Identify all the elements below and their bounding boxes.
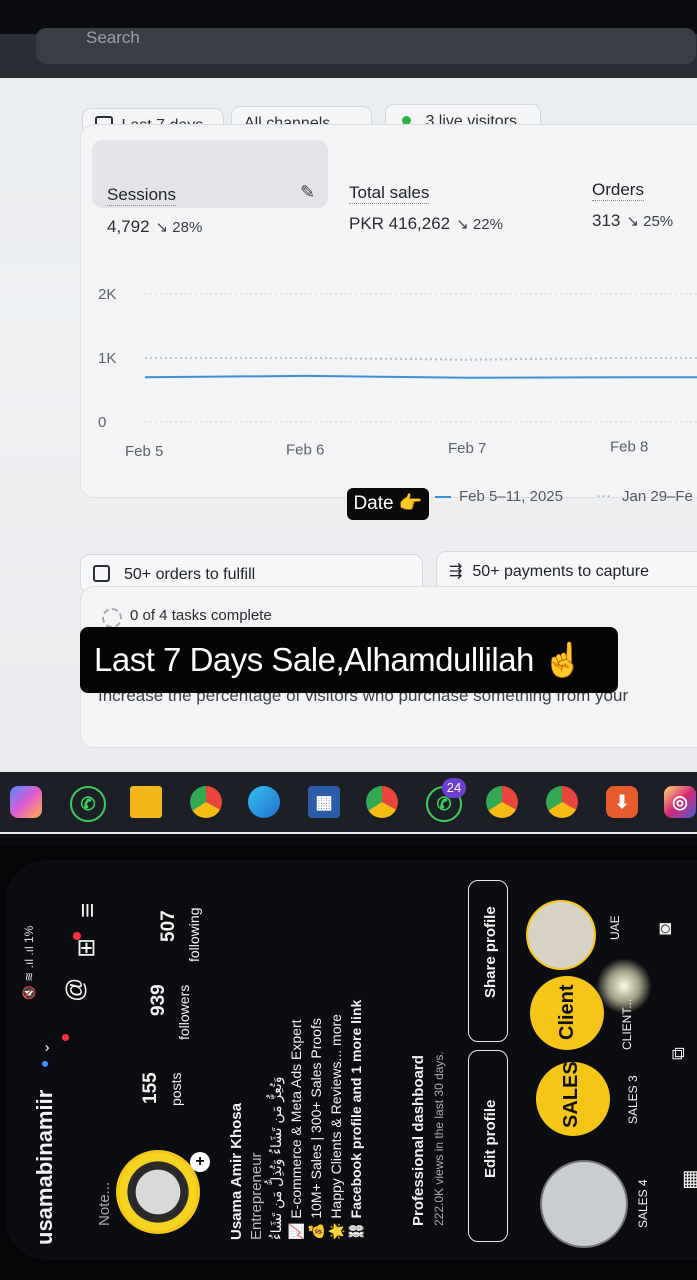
copilot-icon[interactable] (10, 786, 42, 818)
highlight-client-cover: Client (556, 984, 578, 1040)
highlight-uae[interactable] (526, 900, 596, 970)
red-dot-icon (62, 1034, 69, 1041)
y-tick-label: 2K (98, 286, 116, 303)
highlight-uae-label: UAE (608, 915, 622, 940)
y-tick-label: 0 (98, 414, 106, 431)
legend-previous-swatch: ··· (596, 487, 611, 504)
search-placeholder: Search (86, 28, 140, 47)
x-tick-label: Feb 8 (610, 439, 648, 456)
avatar[interactable] (116, 1150, 200, 1234)
story-caption: Last 7 Days Sale,Alhamdullilah ☝️ (80, 627, 618, 693)
phone-status-bar: 🔇 ≋ .ıl .ıl 1% (22, 925, 36, 1000)
download-manager-icon[interactable]: ⬇ (606, 786, 638, 818)
instagram-icon[interactable]: ◎ (664, 786, 696, 818)
chrome-profile-icon[interactable] (366, 786, 398, 818)
payment-icon: ⇶ (449, 563, 463, 580)
profile-name: Usama Amir Khosa (228, 1103, 245, 1240)
payments-to-capture-button[interactable]: ⇶ 50+ payments to capture (436, 551, 697, 591)
posts-count[interactable]: 155 (140, 1072, 162, 1104)
x-tick-label: Feb 5 (125, 443, 163, 460)
posts-label: posts (168, 1072, 184, 1106)
profile-category: Entrepreneur (248, 1152, 265, 1240)
bio-arabic: وَتُعِزُّ مَن تَشَاءُ وَتُذِلُّ مَن تَشَ… (268, 1076, 284, 1240)
add-story-icon[interactable]: + (190, 1152, 210, 1172)
edge-icon[interactable] (248, 786, 280, 818)
legend-current-swatch (435, 496, 451, 498)
highlight-sales-4[interactable] (540, 1160, 628, 1248)
chrome-work-icon[interactable] (486, 786, 518, 818)
file-explorer-icon[interactable] (130, 786, 162, 818)
highlight-sales-4-label: SALES 4 (636, 1179, 650, 1228)
sessions-label: Sessions (107, 185, 176, 206)
bio-line-1: 📈 E-commerce & Meta Ads Expert (288, 1019, 304, 1241)
verified-badge-icon: ● (36, 1059, 52, 1068)
date-sticker: Date 👉 (347, 488, 429, 520)
camera-icon[interactable]: ◙ (654, 923, 677, 935)
bio-line-2: 💰 10M+ Sales | 300+ Sales Proofs (308, 1018, 324, 1240)
payments-to-capture-label: 50+ payments to capture (472, 563, 649, 580)
pencil-icon[interactable]: ✎ (300, 182, 315, 203)
bio-line-3[interactable]: 🌟 Happy Clients & Reviews... more (328, 1014, 345, 1240)
series-line-current (144, 374, 697, 379)
threads-icon[interactable]: @ (62, 978, 90, 1002)
following-count[interactable]: 507 (158, 910, 180, 942)
sessions-value: 4,792 ↘ 28% (107, 217, 203, 236)
notification-dot-icon (73, 932, 81, 940)
inbox-icon (93, 565, 110, 582)
y-tick-label: 1K (98, 350, 116, 367)
chevron-down-icon[interactable]: ⌄ (36, 1042, 53, 1054)
legend-current: Feb 5–11, 2025 (459, 488, 563, 505)
sessions-line-chart: 2K 1K 0 Feb 5 Feb 6 Feb 7 Feb 8 (98, 286, 697, 460)
grid-icon[interactable]: ▦ (678, 1169, 697, 1190)
orders-label: Orders (592, 180, 644, 201)
share-profile-label: Share profile (482, 906, 499, 998)
x-tick-label: Feb 7 (448, 440, 486, 457)
highlight-sales-3-label: SALES 3 (626, 1075, 640, 1124)
edit-profile-label: Edit profile (482, 1099, 499, 1178)
chrome-icon[interactable] (190, 786, 222, 818)
microsoft-store-icon[interactable]: ▦ (308, 786, 340, 818)
username[interactable]: usamabinamiir (32, 1090, 58, 1245)
menu-icon[interactable]: ≡ (72, 903, 103, 918)
orders-value: 313 ↘ 25% (592, 211, 674, 230)
tasks-status: 0 of 4 tasks complete (130, 607, 272, 624)
notification-badge: 24 (442, 778, 466, 798)
total-sales-label: Total sales (349, 183, 430, 204)
bio-link[interactable]: ⛓ Facebook profile and 1 more link (348, 1000, 365, 1240)
x-tick-label: Feb 6 (286, 442, 324, 459)
chrome-alt-icon[interactable] (546, 786, 578, 818)
dashboard-title[interactable]: Professional dashboard (410, 1055, 427, 1226)
followers-count[interactable]: 939 (148, 984, 170, 1016)
legend-previous: Jan 29–Fe (622, 488, 693, 505)
whatsapp-icon[interactable]: ✆ (70, 786, 106, 822)
orders-to-fulfill-label: 50+ orders to fulfill (124, 566, 256, 583)
note-bubble[interactable]: Note... (96, 1182, 113, 1226)
following-label: following (186, 907, 202, 962)
followers-label: followers (176, 984, 192, 1040)
create-post-icon[interactable]: ⊞ (72, 938, 101, 958)
highlight-sales-3-cover: SALES (560, 1061, 582, 1128)
lens-flare (596, 958, 652, 1014)
total-sales-value: PKR 416,262 ↘ 22% (349, 214, 503, 233)
search-input[interactable]: Search (36, 28, 696, 64)
tagged-icon[interactable]: ⧉ (668, 1047, 689, 1060)
dashboard-subtitle: 222.0K views in the last 30 days. (432, 1051, 446, 1226)
progress-circle-icon (102, 608, 122, 628)
